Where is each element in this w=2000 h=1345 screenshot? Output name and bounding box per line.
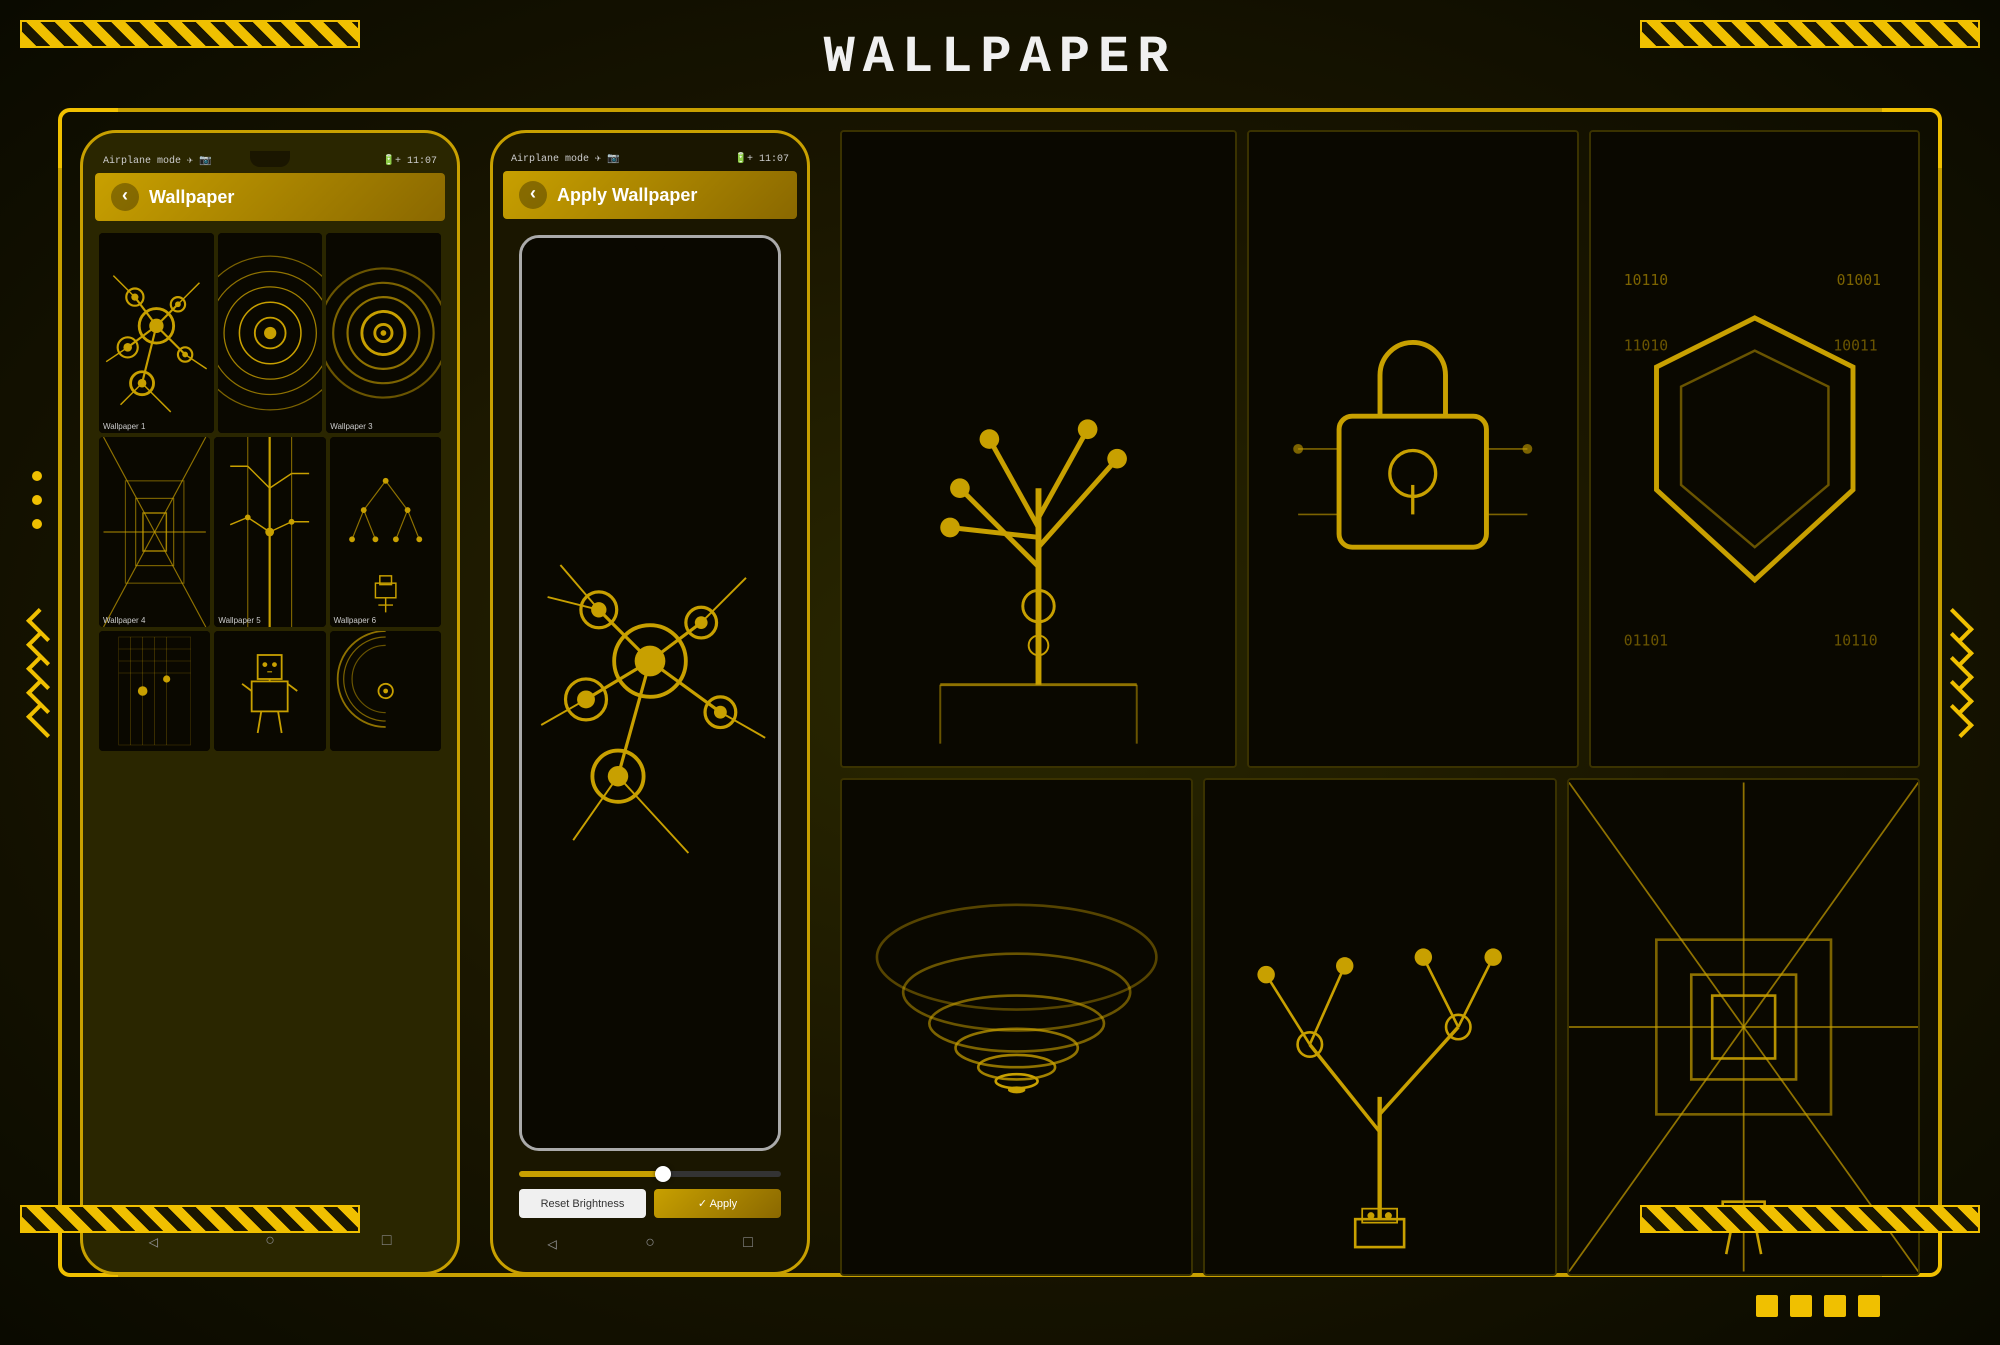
gallery-item-shield-binary[interactable]: 10110 01001 11010 10011 01101 10110 xyxy=(1589,130,1921,768)
corner-decoration-br xyxy=(1640,1205,1980,1325)
brightness-slider-fill xyxy=(519,1171,663,1177)
brightness-slider-track[interactable] xyxy=(519,1171,781,1177)
wallpaper-cell-3[interactable]: Wallpaper 3 xyxy=(326,233,441,433)
gallery-row-1: 10110 01001 11010 10011 01101 10110 xyxy=(840,130,1920,768)
phone1-back-button[interactable]: ‹ xyxy=(111,183,139,211)
gallery-panel: 10110 01001 11010 10011 01101 10110 xyxy=(840,130,1920,1275)
phone1-header: ‹ Wallpaper xyxy=(95,173,445,221)
wallpaper-label-6: Wallpaper 6 xyxy=(334,616,376,625)
gallery-row-2 xyxy=(840,778,1920,1276)
grid-row-1: Wallpaper 1 xyxy=(99,233,441,433)
brightness-slider-thumb[interactable] xyxy=(655,1166,671,1182)
wallpaper-cell-8[interactable] xyxy=(214,631,325,751)
svg-text:10011: 10011 xyxy=(1833,338,1877,355)
phone1-title: Wallpaper xyxy=(149,187,234,208)
phone2-title: Apply Wallpaper xyxy=(557,185,697,206)
phone-notch-2 xyxy=(630,151,670,167)
phone2-status-left: Airplane mode ✈ 📷 xyxy=(511,153,620,165)
wallpaper-label-4: Wallpaper 4 xyxy=(103,616,145,625)
apply-button[interactable]: ✓ Apply xyxy=(654,1189,781,1218)
reset-brightness-button[interactable]: Reset Brightness xyxy=(519,1189,646,1218)
wallpaper-cell-5[interactable]: Wallpaper 5 xyxy=(214,437,325,627)
chevrons-right xyxy=(1942,616,1972,730)
wallpaper-cell-2[interactable] xyxy=(218,233,322,433)
wallpaper-label-3: Wallpaper 3 xyxy=(330,422,372,431)
wallpaper-cell-4[interactable]: Wallpaper 4 xyxy=(99,437,210,627)
main-container: Wallpaper A xyxy=(0,0,2000,1345)
chevron-icon-5 xyxy=(26,704,60,738)
phone-preview-frame xyxy=(519,235,781,1151)
wallpaper-cell-7[interactable] xyxy=(99,631,210,751)
svg-text:01001: 01001 xyxy=(1836,272,1880,289)
page-title: Wallpaper xyxy=(824,28,1177,87)
chevrons-left xyxy=(28,616,58,730)
action-buttons: Reset Brightness ✓ Apply xyxy=(503,1189,797,1226)
phone2-nav: ◁ ○ □ xyxy=(503,1226,797,1258)
gallery-item-lock-circuit[interactable] xyxy=(1247,130,1579,768)
phone2-nav-home[interactable]: ○ xyxy=(645,1234,655,1254)
phone-apply-wallpaper: Airplane mode ✈ 📷 🔋+ 11:07 ‹ Apply Wallp… xyxy=(490,130,810,1275)
gallery-item-circuit-tree[interactable] xyxy=(1203,778,1556,1276)
content-area: Airplane mode ✈ 📷 🔋+ 11:07 ‹ Wallpaper xyxy=(80,130,1920,1275)
wallpaper-cell-1[interactable]: Wallpaper 1 xyxy=(99,233,214,433)
phone-notch-1 xyxy=(250,151,290,167)
top-frame-line xyxy=(118,108,1882,112)
phone2-back-button[interactable]: ‹ xyxy=(519,181,547,209)
corner-decoration-bl xyxy=(20,1205,360,1325)
svg-text:10110: 10110 xyxy=(1623,272,1667,289)
phone-wallpaper-list: Airplane mode ✈ 📷 🔋+ 11:07 ‹ Wallpaper xyxy=(80,130,460,1275)
phone1-status-left: Airplane mode ✈ 📷 xyxy=(103,155,212,167)
phone1-nav-recent[interactable]: □ xyxy=(382,1232,392,1252)
svg-text:10110: 10110 xyxy=(1833,632,1877,649)
wallpaper-label-5: Wallpaper 5 xyxy=(218,616,260,625)
side-dot-3 xyxy=(32,519,42,529)
svg-text:01101: 01101 xyxy=(1623,632,1667,649)
svg-text:11010: 11010 xyxy=(1623,338,1667,355)
left-frame-line xyxy=(58,168,62,1217)
grid-row-3 xyxy=(99,631,441,751)
phone2-nav-recent[interactable]: □ xyxy=(743,1234,753,1254)
gallery-item-circle-vortex[interactable] xyxy=(840,778,1193,1276)
preview-notch xyxy=(635,238,665,252)
phone2-header: ‹ Apply Wallpaper xyxy=(503,171,797,219)
side-dots xyxy=(32,471,42,529)
phone2-status-right: 🔋+ 11:07 xyxy=(735,153,789,165)
gallery-item-robot-hand[interactable] xyxy=(840,130,1237,768)
wallpaper-cell-9[interactable] xyxy=(330,631,441,751)
wallpaper-label-1: Wallpaper 1 xyxy=(103,422,145,431)
side-dot-2 xyxy=(32,495,42,505)
wallpaper-cell-6[interactable]: Wallpaper 6 xyxy=(330,437,441,627)
chevron-right-icon-5 xyxy=(1940,704,1974,738)
phone1-status-right: 🔋+ 11:07 xyxy=(383,155,437,167)
side-dot-1 xyxy=(32,471,42,481)
brightness-section xyxy=(503,1159,797,1189)
phone2-nav-back[interactable]: ◁ xyxy=(547,1234,557,1254)
gallery-item-perspective-lines[interactable] xyxy=(1567,778,1920,1276)
grid-row-2: Wallpaper 4 xyxy=(99,437,441,627)
wallpaper-grid: Wallpaper 1 xyxy=(95,229,445,1224)
